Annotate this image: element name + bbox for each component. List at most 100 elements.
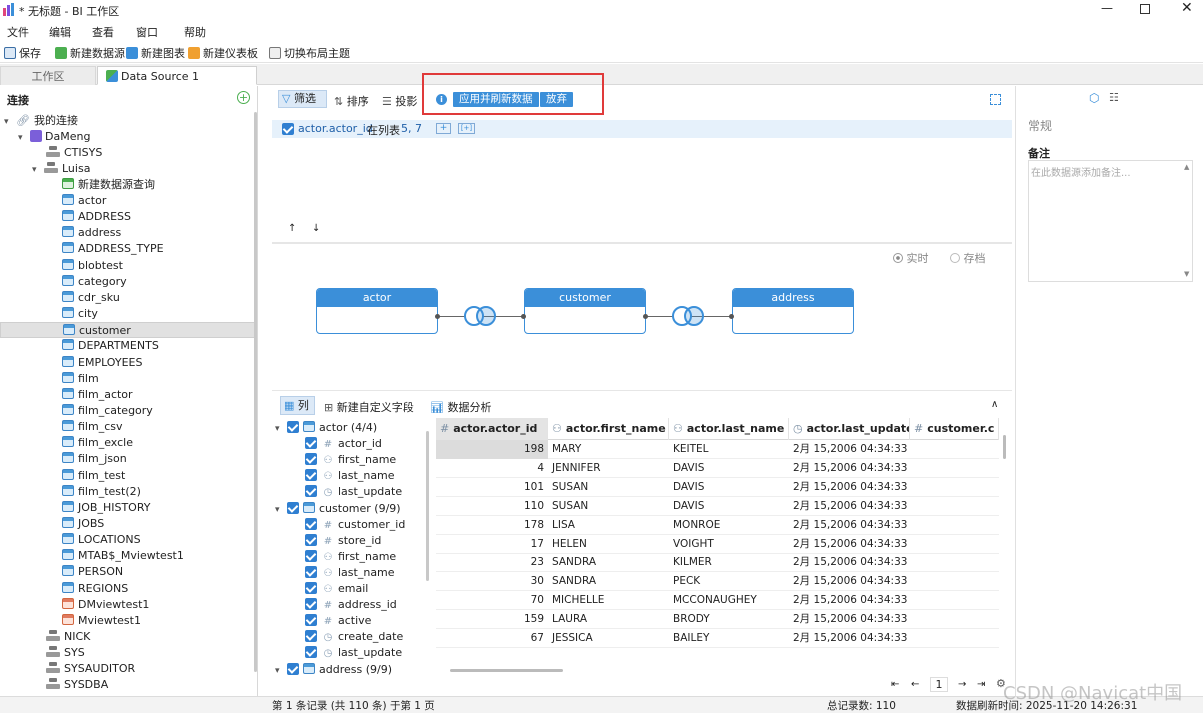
field-checkbox[interactable]: [305, 437, 317, 450]
table-cell[interactable]: DAVIS: [669, 459, 789, 478]
tree-my-connections[interactable]: ▾ 🔗︎ 我的连接: [4, 113, 78, 129]
tree-schema-sysdba[interactable]: SYSDBA: [46, 677, 108, 693]
table-cell[interactable]: LISA: [548, 516, 669, 535]
table-cell[interactable]: 2月 15,2006 04:34:33 AM: [789, 497, 910, 516]
table-cell[interactable]: SANDRA: [548, 553, 669, 572]
field-item[interactable]: ⚇ email: [305, 581, 368, 597]
table-cell[interactable]: 2月 15,2006 04:34:33 AM: [789, 459, 910, 478]
table-cell[interactable]: MICHELLE: [548, 591, 669, 610]
field-checkbox[interactable]: [287, 662, 299, 675]
new-datasource-button[interactable]: 新建数据源: [55, 45, 125, 61]
collapse-icon[interactable]: ▾: [275, 421, 287, 437]
tree-table-film-test[interactable]: film_test: [62, 468, 125, 484]
table-cell[interactable]: 30: [436, 572, 548, 591]
field-item[interactable]: ◷ last_update: [305, 645, 402, 661]
table-cell[interactable]: 2月 15,2006 04:34:33 AM: [789, 440, 910, 459]
discard-button[interactable]: 放弃: [540, 92, 573, 107]
table-cell[interactable]: 198: [436, 440, 548, 459]
tree-table-locations[interactable]: LOCATIONS: [62, 532, 141, 548]
cube-icon[interactable]: ⬡: [1089, 91, 1099, 105]
table-cell[interactable]: 67: [436, 629, 548, 648]
col-header-actor-id[interactable]: # actor.actor_id: [436, 418, 548, 440]
tree-table-film-actor[interactable]: film_actor: [62, 387, 133, 403]
field-checkbox[interactable]: [305, 582, 317, 594]
table-cell[interactable]: VOIGHT: [669, 535, 789, 554]
field-scrollbar[interactable]: [426, 431, 429, 581]
table-cell[interactable]: BAILEY: [669, 629, 789, 648]
table-row[interactable]: 110SUSANDAVIS2月 15,2006 04:34:33 AM: [436, 497, 999, 516]
left-scrollbar[interactable]: [254, 112, 257, 672]
tree-table-person[interactable]: PERSON: [62, 564, 123, 580]
tree-schema-sys[interactable]: SYS: [46, 645, 85, 661]
diagram-node-actor[interactable]: actor: [316, 288, 438, 334]
field-checkbox[interactable]: [305, 469, 317, 482]
data-analysis-tab[interactable]: 📊︎ 数据分析: [430, 399, 491, 415]
table-cell[interactable]: 2月 15,2006 04:34:33 AM: [789, 610, 910, 629]
new-custom-field-tab[interactable]: ⊞ 新建自定义字段: [324, 399, 414, 415]
tree-table-film-test-2-[interactable]: film_test(2): [62, 484, 141, 500]
table-cell[interactable]: 110: [436, 497, 548, 516]
table-cell[interactable]: KEITEL: [669, 440, 789, 459]
table-cell[interactable]: 159: [436, 610, 548, 629]
tree-table-blobtest[interactable]: blobtest: [62, 258, 123, 274]
filter-rule-checkbox[interactable]: [282, 123, 294, 135]
table-row[interactable]: 17HELENVOIGHT2月 15,2006 04:34:33 AM: [436, 535, 999, 554]
tree-table-address-type[interactable]: ADDRESS_TYPE: [62, 241, 164, 257]
field-group[interactable]: ▾ address (9/9): [275, 662, 392, 678]
tree-table-film[interactable]: film: [62, 371, 99, 387]
collapse-icon[interactable]: ▾: [275, 663, 287, 679]
collapse-icon[interactable]: ▾: [275, 502, 287, 518]
tree-table-mviewtest1[interactable]: Mviewtest1: [62, 613, 141, 629]
tree-table-actor[interactable]: actor: [62, 193, 106, 209]
inner-join-icon[interactable]: [672, 306, 706, 326]
col-header-first-name[interactable]: ⚇ actor.first_name: [548, 418, 669, 440]
collapse-icon[interactable]: ▾: [32, 162, 44, 178]
tree-server-dameng[interactable]: ▾ DaMeng: [18, 129, 90, 145]
table-cell[interactable]: DAVIS: [669, 497, 789, 516]
tree-table-employees[interactable]: EMPLOYEES: [62, 355, 142, 371]
table-cell[interactable]: SUSAN: [548, 478, 669, 497]
menu-file[interactable]: 文件: [7, 24, 29, 40]
tree-table-address[interactable]: ADDRESS: [62, 209, 131, 225]
table-cell[interactable]: 17: [436, 535, 548, 554]
field-item[interactable]: ⚇ last_name: [305, 468, 395, 484]
col-header-customer[interactable]: # customer.c: [910, 418, 999, 440]
add-group-icon[interactable]: [+]: [458, 123, 475, 134]
new-dashboard-button[interactable]: 新建仪表板: [188, 45, 258, 61]
menu-window[interactable]: 窗口: [136, 24, 158, 40]
table-row[interactable]: 101SUSANDAVIS2月 15,2006 04:34:33 AM: [436, 478, 999, 497]
field-checkbox[interactable]: [287, 421, 299, 433]
table-cell[interactable]: HELEN: [548, 535, 669, 554]
table-row[interactable]: 23SANDRAKILMER2月 15,2006 04:34:33 AM: [436, 553, 999, 573]
collapse-up-icon[interactable]: ∧: [991, 399, 998, 410]
table-cell[interactable]: 2月 15,2006 04:34:33 AM: [789, 516, 910, 535]
collapse-icon[interactable]: ▾: [4, 114, 16, 130]
field-item[interactable]: ⚇ first_name: [305, 549, 396, 565]
table-cell[interactable]: PECK: [669, 572, 789, 591]
table-cell[interactable]: 2月 15,2006 04:34:33 AM: [789, 572, 910, 591]
table-row[interactable]: 30SANDRAPECK2月 15,2006 04:34:33 AM: [436, 572, 999, 592]
field-item[interactable]: # active: [305, 613, 371, 629]
field-item[interactable]: ⚇ first_name: [305, 452, 396, 468]
tree-table-regions[interactable]: REGIONS: [62, 581, 128, 597]
field-group[interactable]: ▾ customer (9/9): [275, 501, 401, 517]
table-cell[interactable]: 101: [436, 478, 548, 497]
move-down-icon[interactable]: ↓: [312, 223, 320, 234]
notes-textarea[interactable]: 在此数据源添加备注... ▲ ▼: [1028, 160, 1193, 282]
table-row[interactable]: 159LAURABRODY2月 15,2006 04:34:33 AM: [436, 610, 999, 630]
menu-edit[interactable]: 编辑: [49, 24, 71, 40]
tree-schema-luisa[interactable]: ▾ Luisa: [32, 161, 90, 177]
table-row[interactable]: 4JENNIFERDAVIS2月 15,2006 04:34:33 AM: [436, 459, 999, 478]
table-cell[interactable]: JENNIFER: [548, 459, 669, 478]
tab-workspace[interactable]: 工作区: [0, 66, 96, 85]
prev-page-icon[interactable]: ←: [911, 679, 919, 690]
tree-table-film-excle[interactable]: film_excle: [62, 435, 133, 451]
last-page-icon[interactable]: ⇥: [977, 679, 985, 690]
projection-tab[interactable]: ☰ 投影: [382, 93, 417, 109]
field-checkbox[interactable]: [287, 501, 299, 514]
field-item[interactable]: ⚇ last_name: [305, 565, 395, 581]
page-number-input[interactable]: 1: [930, 677, 948, 692]
table-cell[interactable]: MARY: [548, 440, 669, 459]
field-item[interactable]: # actor_id: [305, 436, 382, 452]
table-cell[interactable]: 23: [436, 553, 548, 572]
